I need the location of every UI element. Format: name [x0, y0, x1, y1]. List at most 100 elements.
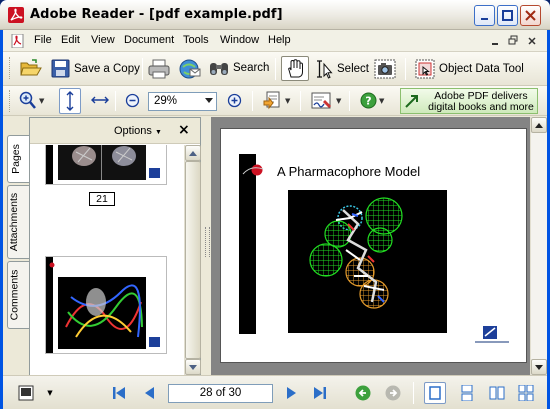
maximize-button[interactable]	[497, 5, 518, 26]
chevron-down-icon	[189, 364, 197, 370]
page-thumbnail[interactable]	[45, 145, 167, 185]
open-button[interactable]	[20, 58, 42, 78]
toolbar-grip[interactable]	[9, 57, 12, 79]
menu-document[interactable]: Document	[124, 34, 174, 46]
menu-tools[interactable]: Tools	[183, 34, 209, 46]
doc-close-button[interactable]	[524, 33, 540, 48]
first-page-button[interactable]	[110, 384, 128, 402]
fit-width-button[interactable]	[91, 94, 109, 106]
page-size-button[interactable]	[17, 384, 35, 402]
toolbar-separator	[405, 58, 406, 80]
search-button[interactable]: Search	[209, 59, 269, 77]
snapshot-camera-icon	[374, 59, 396, 79]
close-icon	[528, 36, 536, 45]
close-window-button[interactable]	[520, 5, 541, 26]
create-pdf-icon	[263, 91, 280, 110]
dropdown-arrow-icon[interactable]: ▼	[379, 97, 384, 105]
previous-page-button[interactable]	[140, 384, 158, 402]
create-pdf-button[interactable]: ▼	[263, 91, 290, 111]
toolbar-grip[interactable]	[9, 90, 12, 112]
title-bar[interactable]: Adobe Reader - [pdf example.pdf]	[0, 0, 550, 30]
dropdown-arrow-icon[interactable]: ▼	[336, 97, 341, 105]
status-menu-button[interactable]: ▼	[41, 384, 59, 402]
page-thumbnail[interactable]	[45, 256, 167, 354]
sign-button[interactable]: ▼	[310, 91, 341, 111]
hand-tool-button[interactable]	[281, 56, 309, 81]
help-button[interactable]: ? ▼	[360, 92, 384, 109]
tab-attachments[interactable]: Attachments	[7, 185, 29, 259]
page-size-icon	[18, 385, 34, 401]
scroll-up-button[interactable]	[185, 145, 201, 161]
minimize-button[interactable]	[474, 5, 495, 26]
chevron-down-icon	[535, 364, 543, 370]
pdf-document-icon[interactable]	[11, 34, 25, 48]
tab-comments[interactable]: Comments	[7, 261, 29, 329]
navigation-tabs: Pages Attachments Comments	[7, 119, 29, 369]
fit-page-button[interactable]	[59, 88, 81, 114]
page-number-field[interactable]: 28 of 30	[168, 384, 273, 403]
menu-view[interactable]: View	[91, 34, 115, 46]
pages-panel: Options ▼ × 21	[29, 117, 201, 375]
tab-pages[interactable]: Pages	[7, 135, 29, 183]
close-panel-icon[interactable]: ×	[178, 122, 190, 138]
doc-minimize-button[interactable]	[487, 33, 503, 48]
scroll-thumb[interactable]	[185, 161, 201, 359]
next-page-icon	[287, 387, 296, 399]
email-icon	[179, 59, 201, 79]
fit-width-icon	[91, 96, 109, 104]
continuous-facing-button[interactable]	[517, 384, 535, 402]
application-window: Adobe Reader - [pdf example.pdf] File Ed…	[0, 0, 550, 409]
menu-help[interactable]: Help	[268, 34, 291, 46]
menu-file[interactable]: File	[34, 34, 52, 46]
thumbnails-scrollbar[interactable]	[184, 145, 201, 375]
chevron-down-icon[interactable]	[205, 98, 213, 103]
doc-scroll-up-button[interactable]	[531, 117, 547, 133]
print-button[interactable]	[148, 59, 170, 79]
go-forward-button[interactable]	[384, 384, 402, 402]
main-area: Pages Attachments Comments Options ▼ × 2…	[3, 117, 547, 375]
window-title: Adobe Reader - [pdf example.pdf]	[30, 7, 283, 22]
doc-scroll-down-button[interactable]	[531, 359, 547, 375]
scroll-down-button[interactable]	[185, 359, 201, 375]
zoom-in-tool-button[interactable]: ▼	[19, 91, 44, 110]
save-a-copy-label: Save a Copy	[74, 62, 140, 75]
last-page-button[interactable]	[311, 384, 329, 402]
toolbar-separator	[252, 91, 253, 111]
zoom-out-button[interactable]	[125, 93, 140, 108]
zoom-level-select[interactable]: 29%	[148, 92, 217, 111]
document-scrollbar[interactable]	[530, 117, 547, 375]
pdf-page: A Pharmacophore Model	[220, 128, 527, 363]
toolbar-separator	[115, 91, 116, 111]
continuous-button[interactable]	[458, 384, 476, 402]
object-data-tool-button[interactable]: Object Data Tool	[415, 59, 524, 79]
chevron-up-icon	[535, 122, 543, 128]
go-back-button[interactable]	[354, 384, 372, 402]
adobe-ad-banner[interactable]: Adobe PDF delivers digital books and mor…	[400, 88, 538, 114]
search-label: Search	[233, 62, 270, 74]
snapshot-button[interactable]	[374, 59, 396, 79]
facing-icon	[489, 386, 505, 400]
dropdown-arrow-icon[interactable]: ▼	[39, 97, 44, 105]
tab-attachments-label: Attachments	[8, 192, 21, 252]
email-button[interactable]	[179, 59, 201, 79]
maximize-icon	[502, 10, 513, 21]
tab-comments-label: Comments	[8, 269, 21, 321]
panel-splitter[interactable]	[202, 117, 211, 375]
toolbar-separator	[349, 91, 350, 111]
first-page-icon	[113, 387, 125, 399]
options-menu[interactable]: Options ▼	[114, 125, 162, 137]
menu-edit[interactable]: Edit	[61, 34, 80, 46]
printer-icon	[148, 59, 170, 79]
zoom-in-button[interactable]	[227, 93, 242, 108]
doc-restore-button[interactable]	[505, 33, 521, 48]
zoom-plus-icon	[227, 93, 242, 108]
next-page-button[interactable]	[283, 384, 301, 402]
select-tool-button[interactable]: Select	[315, 59, 369, 79]
single-page-icon	[429, 386, 441, 400]
single-page-button[interactable]	[424, 382, 446, 404]
facing-button[interactable]	[488, 384, 506, 402]
menu-window[interactable]: Window	[220, 34, 259, 46]
dropdown-arrow-icon[interactable]: ▼	[285, 97, 290, 105]
toolbar-separator	[300, 91, 301, 111]
save-a-copy-button[interactable]: Save a Copy	[51, 59, 140, 78]
